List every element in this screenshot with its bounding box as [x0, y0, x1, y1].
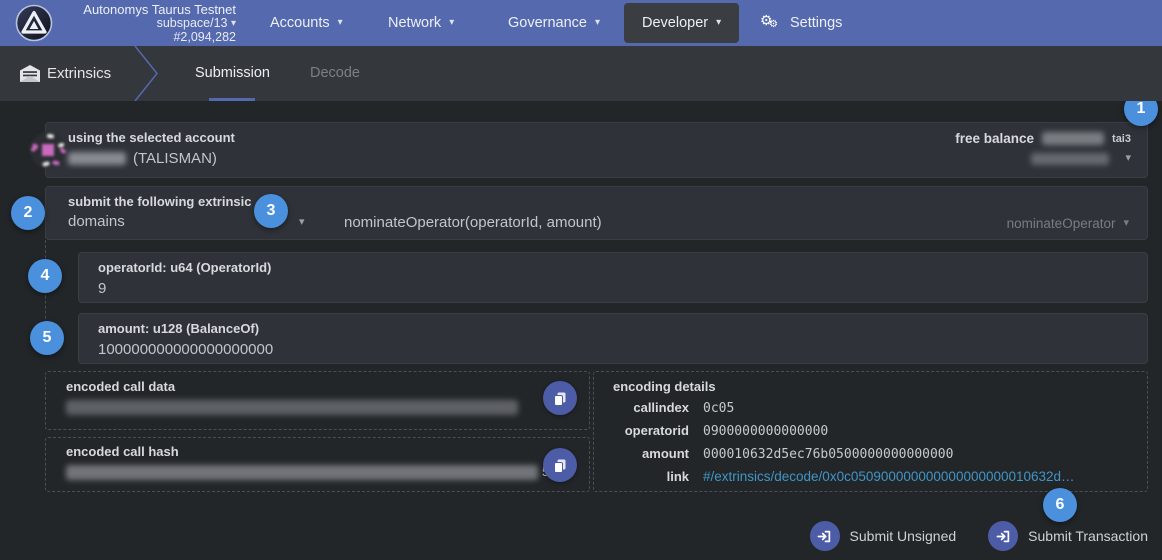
chevron-down-icon: ▾ — [1123, 216, 1129, 229]
autonomys-logo-icon[interactable] — [15, 4, 53, 42]
sign-in-icon — [988, 521, 1018, 551]
menu-accounts[interactable]: Accounts ▾ — [270, 0, 343, 46]
chevron-down-icon[interactable]: ▾ — [1125, 151, 1131, 164]
param-amount-label: amount: u128 (BalanceOf) — [98, 321, 259, 336]
redacted-account-name — [68, 152, 126, 165]
redacted-call-data — [66, 400, 518, 415]
sub-navbar: Extrinsics Submission Decode — [0, 46, 1162, 101]
chevron-down-icon: ▾ — [595, 17, 600, 28]
redacted-call-hash — [66, 465, 538, 480]
encoded-call-data-label: encoded call data — [66, 379, 175, 394]
encoded-call-data-panel: encoded call data — [45, 371, 590, 430]
menu-developer[interactable]: Developer ▾ — [624, 3, 739, 43]
encoding-row-link: link #/extrinsics/decode/0x0c05090000000… — [613, 469, 1137, 484]
chevron-down-icon: ▾ — [716, 17, 721, 28]
chevron-down-icon[interactable]: ▾ — [299, 215, 305, 228]
copy-icon — [552, 390, 568, 406]
decode-link[interactable]: #/extrinsics/decode/0x0c0509000000000000… — [703, 469, 1075, 484]
chevron-down-icon: ▾ — [449, 17, 454, 28]
encoding-row-callindex: callindex 0c05 — [613, 400, 1137, 416]
block-number: #2,094,282 — [68, 31, 236, 45]
chevron-down-icon: ▾ — [231, 17, 236, 31]
method-select[interactable]: nominateOperator ▾ — [1007, 216, 1129, 231]
param-operatorid-field[interactable]: operatorId: u64 (OperatorId) 9 — [78, 252, 1148, 303]
account-name-suffix: (TALISMAN) — [133, 150, 217, 167]
account-identicon — [29, 131, 67, 169]
encoding-details-rows: callindex 0c05 operatorid 09000000000000… — [613, 400, 1137, 491]
submit-transaction-button[interactable]: Submit Transaction — [988, 521, 1148, 551]
active-tab-underline — [209, 98, 255, 101]
annotation-badge-4: 4 — [28, 259, 62, 293]
menu-network[interactable]: Network ▾ — [388, 0, 454, 46]
encoding-details-panel: encoding details callindex 0c05 operator… — [593, 371, 1148, 492]
param-amount-field[interactable]: amount: u128 (BalanceOf) 100000000000000… — [78, 313, 1148, 364]
action-bar: Submit Unsigned Submit Transaction — [810, 521, 1148, 551]
account-name-row: (TALISMAN) — [68, 150, 217, 167]
balance-block: free balance tai3 ▾ — [955, 131, 1131, 165]
encoded-call-hash-panel: encoded call hash 5 — [45, 437, 590, 492]
param-operatorid-label: operatorId: u64 (OperatorId) — [98, 260, 271, 275]
annotation-badge-2: 2 — [11, 196, 45, 230]
extrinsic-label: submit the following extrinsic — [68, 194, 251, 209]
tab-submission[interactable]: Submission — [195, 46, 270, 101]
redacted-balance-secondary — [1031, 153, 1109, 165]
param-operatorid-value[interactable]: 9 — [98, 280, 106, 297]
divider-chevron — [133, 46, 159, 101]
free-balance-label: free balance — [955, 131, 1034, 146]
pallet-select[interactable]: domains — [68, 213, 125, 230]
extrinsics-page: Autonomys Taurus Testnet subspace/13 ▾ #… — [0, 0, 1162, 560]
annotation-badge-6: 6 — [1043, 488, 1077, 522]
annotation-badge-3: 3 — [254, 194, 288, 228]
top-navbar: Autonomys Taurus Testnet subspace/13 ▾ #… — [0, 0, 1162, 46]
balance-unit: tai3 — [1112, 133, 1131, 145]
extrinsics-icon — [20, 65, 40, 82]
encoded-call-hash-label: encoded call hash — [66, 444, 179, 459]
encoding-row-operatorid: operatorid 0900000000000000 — [613, 423, 1137, 439]
sign-in-icon — [810, 521, 840, 551]
section-title: Extrinsics — [47, 46, 111, 101]
annotation-badge-5: 5 — [30, 321, 64, 355]
param-amount-value[interactable]: 100000000000000000000 — [98, 341, 273, 358]
copy-call-hash-button[interactable] — [543, 448, 577, 482]
account-label: using the selected account — [68, 130, 235, 145]
submit-unsigned-button[interactable]: Submit Unsigned — [810, 521, 957, 551]
redacted-balance-value — [1042, 132, 1104, 145]
encoding-details-title: encoding details — [613, 379, 716, 394]
call-signature: nominateOperator(operatorId, amount) — [344, 214, 602, 231]
extrinsic-selector: submit the following extrinsic domains ▾… — [45, 186, 1148, 240]
network-info: Autonomys Taurus Testnet subspace/13 ▾ #… — [68, 3, 236, 45]
encoding-row-amount: amount 000010632d5ec76b0500000000000000 — [613, 446, 1137, 462]
chain-selector[interactable]: subspace/13 ▾ — [68, 17, 236, 32]
copy-call-data-button[interactable] — [543, 381, 577, 415]
menu-settings[interactable]: ⚙ ⚙ Settings — [760, 0, 842, 46]
gears-icon: ⚙ ⚙ — [760, 13, 782, 33]
copy-icon — [552, 457, 568, 473]
chevron-down-icon: ▾ — [338, 17, 343, 28]
tab-decode[interactable]: Decode — [310, 46, 360, 101]
menu-governance[interactable]: Governance ▾ — [508, 0, 600, 46]
account-selector[interactable]: using the selected account (TALISMAN) fr… — [45, 122, 1148, 178]
network-name: Autonomys Taurus Testnet — [68, 3, 236, 17]
